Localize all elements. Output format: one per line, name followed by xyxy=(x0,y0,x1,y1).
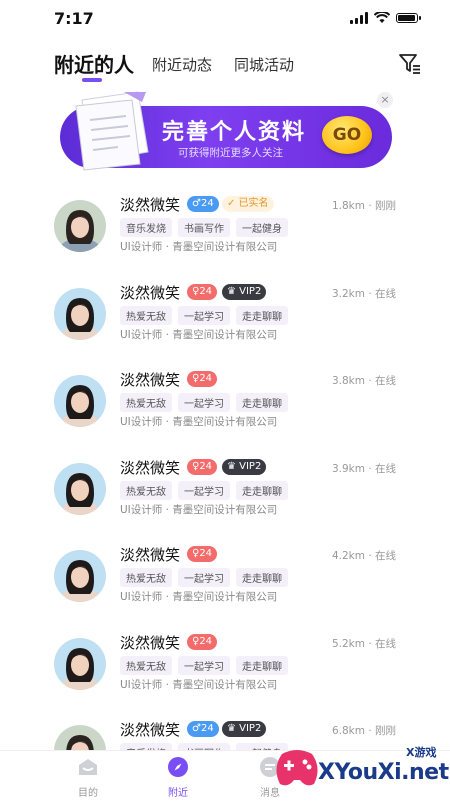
job-company: UI设计师 · 青墨空间设计有限公司 xyxy=(120,503,278,516)
job-company: UI设计师 · 青墨空间设计有限公司 xyxy=(120,678,278,691)
job-company: UI设计师 · 青墨空间设计有限公司 xyxy=(120,241,278,253)
gender-age-badge: ♀24 xyxy=(187,633,218,650)
status-icons xyxy=(350,12,421,24)
banner-subtitle: 可获得附近更多人关注 xyxy=(178,147,283,159)
interest-tag: 一起学习 xyxy=(178,305,230,325)
tag-list: 热爱无敌 一起学习 走走聊聊 xyxy=(120,393,288,412)
nav-nearby[interactable]: 附近 xyxy=(148,755,208,799)
interest-tag: 一起学习 xyxy=(178,480,230,500)
distance-status: 4.2km · 在线 xyxy=(331,550,396,562)
wifi-icon xyxy=(374,12,390,23)
user-name: 淡然微笑 xyxy=(120,283,181,302)
complete-profile-banner[interactable]: 完善个人资料 可获得附近更多人关注 GO × xyxy=(60,88,400,178)
avatar[interactable] xyxy=(54,287,106,340)
job-company: UI设计师 · 青墨空间设计有限公司 xyxy=(120,416,278,428)
job-company: UI设计师 · 青墨空间设计有限公司 xyxy=(120,328,278,341)
interest-tag: 热爱无敌 xyxy=(120,393,172,412)
avatar[interactable] xyxy=(54,375,106,427)
interest-tag: 热爱无敌 xyxy=(120,305,172,325)
distance-status: 3.9km · 在线 xyxy=(331,462,396,475)
interest-tag: 一起学习 xyxy=(178,568,230,587)
watermark-logo: X游戏 XYouXi.net xyxy=(272,740,450,800)
go-button[interactable]: GO xyxy=(322,116,372,154)
list-item[interactable]: 淡然微笑 ♀24 ♛ VIP2 3.9km · 在线热爱无敌 一起学习 走走聊聊 UI设计师… xyxy=(0,449,450,537)
interest-tag: 走走聊聊 xyxy=(236,568,288,587)
user-name: 淡然微笑 xyxy=(120,371,181,389)
tag-list: 音乐发烧书画写作一起健身 xyxy=(120,218,288,237)
status-bar: 7:17 xyxy=(0,0,450,38)
list-item[interactable]: 淡然微笑 ♀24 4.2km · 在线热爱无敌 一起学习 走走聊聊 UI设计师 · 青墨空… xyxy=(0,536,450,624)
close-icon[interactable]: × xyxy=(377,92,393,108)
interest-tag: 一起健身 xyxy=(236,218,288,237)
nav-label: 目的 xyxy=(78,788,98,799)
avatar[interactable] xyxy=(54,462,106,515)
user-name: 淡然微笑 xyxy=(120,633,181,652)
vip-badge: ♛ VIP2 xyxy=(222,458,267,475)
distance-status: 3.8km · 在线 xyxy=(331,375,396,387)
interest-tag: 热爱无敌 xyxy=(120,568,172,587)
avatar[interactable] xyxy=(54,550,106,602)
status-time: 7:17 xyxy=(54,9,94,28)
user-name: 淡然微笑 xyxy=(120,546,181,564)
avatar[interactable] xyxy=(54,200,106,252)
tab-city-events[interactable]: 同城活动 xyxy=(234,54,294,75)
interest-tag: 热爱无敌 xyxy=(120,655,172,675)
interest-tag: 走走聊聊 xyxy=(236,655,288,675)
distance-status: 6.8km · 刚刚 xyxy=(331,725,396,737)
banner-title: 完善个人资料 xyxy=(162,120,307,145)
interest-tag: 书画写作 xyxy=(178,218,230,237)
nav-home[interactable]: 目的 xyxy=(58,755,118,799)
interest-tag: 走走聊聊 xyxy=(236,305,288,325)
gender-age-badge: ♀24 xyxy=(187,283,218,300)
gender-age-badge: ♀24 xyxy=(187,458,218,475)
list-item[interactable]: 淡然微笑 ♀24 ♛ VIP2 3.2km · 在线热爱无敌 一起学习 走走聊聊 UI设计师… xyxy=(0,274,450,362)
gender-age-badge: ♀24 xyxy=(187,546,218,562)
signal-icon xyxy=(350,12,368,24)
user-name: 淡然微笑 xyxy=(120,458,181,477)
tag-list: 热爱无敌 一起学习 走走聊聊 xyxy=(120,305,288,325)
distance-status: 3.2km · 在线 xyxy=(331,287,396,300)
tag-list: 热爱无敌 一起学习 走走聊聊 xyxy=(120,480,288,500)
document-icon xyxy=(75,91,149,171)
top-tabs: 附近的人 附近动态 同城活动 xyxy=(0,44,450,84)
tab-nearby-people[interactable]: 附近的人 xyxy=(54,49,134,78)
tag-list: 热爱无敌 一起学习 走走聊聊 xyxy=(120,655,288,675)
interest-tag: 热爱无敌 xyxy=(120,480,172,500)
user-name: 淡然微笑 xyxy=(120,196,181,214)
watermark-small-text: X游戏 xyxy=(406,746,437,759)
compass-icon xyxy=(168,757,188,777)
user-name: 淡然微笑 xyxy=(120,721,181,739)
job-company: UI设计师 · 青墨空间设计有限公司 xyxy=(120,591,278,603)
avatar[interactable] xyxy=(54,637,106,690)
active-tab-indicator xyxy=(82,78,102,82)
distance-status: 1.8km · 刚刚 xyxy=(331,200,396,212)
vip-badge: ♛ VIP2 xyxy=(222,283,267,300)
battery-icon xyxy=(396,13,421,23)
interest-tag: 一起学习 xyxy=(178,393,230,412)
list-item[interactable]: 淡然微笑 ♀24 5.2km · 在线热爱无敌 一起学习 走走聊聊 UI设计师 · 青墨空… xyxy=(0,624,450,712)
gender-age-badge: ♀24 xyxy=(187,371,218,387)
list-item[interactable]: 淡然微笑 ♀24 3.8km · 在线热爱无敌 一起学习 走走聊聊 UI设计师 · 青墨空… xyxy=(0,361,450,449)
tag-list: 热爱无敌 一起学习 走走聊聊 xyxy=(120,568,288,587)
tab-nearby-moments[interactable]: 附近动态 xyxy=(152,54,212,75)
interest-tag: 一起学习 xyxy=(178,655,230,675)
interest-tag: 走走聊聊 xyxy=(236,393,288,412)
distance-status: 5.2km · 在线 xyxy=(331,637,396,650)
watermark-text: XYouXi.net xyxy=(318,760,449,785)
vip-badge: ♛ VIP2 xyxy=(222,721,267,737)
gender-age-badge: ♂24 xyxy=(187,721,219,737)
interest-tag: 音乐发烧 xyxy=(120,218,172,237)
filter-icon[interactable] xyxy=(398,52,422,76)
list-item[interactable]: 淡然微笑 ♂24 ✓ 已实名 1.8km · 刚刚音乐发烧 书画写作 一起健身 UI设计师 … xyxy=(0,186,450,274)
gamepad-logo-icon xyxy=(276,750,318,786)
gender-age-badge: ♂24 xyxy=(187,196,219,212)
verified-badge: ✓ 已实名 xyxy=(222,196,274,212)
nav-label: 附近 xyxy=(168,788,188,799)
interest-tag: 走走聊聊 xyxy=(236,480,288,500)
home-icon xyxy=(79,759,97,775)
